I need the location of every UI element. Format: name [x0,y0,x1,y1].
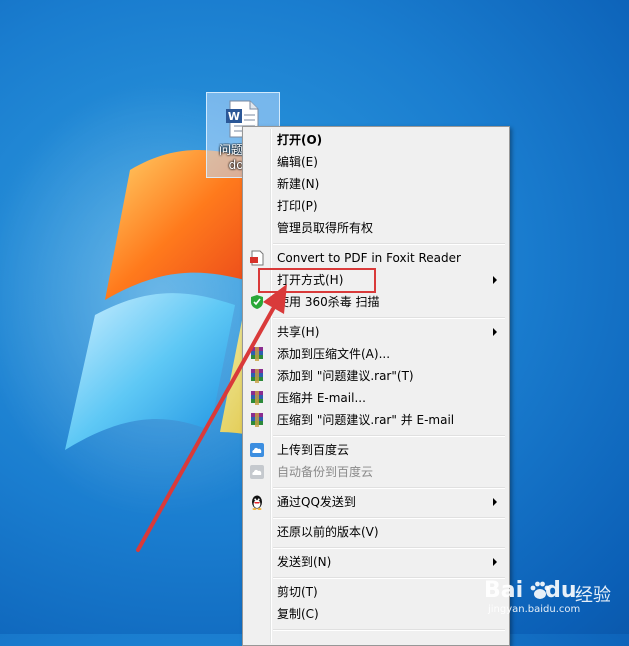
menu-item-upload-baidu[interactable]: 上传到百度云 [245,439,507,461]
menu-item-open[interactable]: 打开(O) [245,129,507,151]
menu-separator [273,577,505,579]
svg-text:W: W [228,110,240,123]
winrar-icon [251,413,263,427]
menu-item-copy[interactable]: 复制(C) [245,603,507,625]
baidu-watermark: Bai du 经验 jingyan.baidu.com [480,578,620,618]
annotation-highlight-box [258,268,376,293]
menu-item-foxit-convert[interactable]: Convert to PDF in Foxit Reader [245,247,507,269]
menu-item-edit[interactable]: 编辑(E) [245,151,507,173]
menu-separator [273,517,505,519]
menu-item-add-archive[interactable]: 添加到压缩文件(A)... [245,343,507,365]
baidu-cloud-icon [250,465,264,479]
menu-item-scan-360[interactable]: 使用 360杀毒 扫描 [245,291,507,313]
menu-separator [273,317,505,319]
menu-item-cut[interactable]: 剪切(T) [245,581,507,603]
menu-item-compress-rar-email[interactable]: 压缩到 "问题建议.rar" 并 E-mail [245,409,507,431]
menu-item-share[interactable]: 共享(H) [245,321,507,343]
winrar-icon [251,347,263,361]
submenu-arrow-icon [493,498,497,506]
menu-item-take-ownership[interactable]: 管理员取得所有权 [245,217,507,239]
menu-item-add-to-rar[interactable]: 添加到 "问题建议.rar"(T) [245,365,507,387]
menu-separator [273,547,505,549]
submenu-arrow-icon [493,558,497,566]
menu-separator [273,487,505,489]
watermark-cn: 经验 [575,585,611,606]
watermark-url: jingyan.baidu.com [488,604,581,615]
menu-item-print[interactable]: 打印(P) [245,195,507,217]
menu-separator [273,243,505,245]
menu-separator [273,629,505,631]
submenu-arrow-icon [493,276,497,284]
submenu-arrow-icon [493,328,497,336]
shield-icon [251,295,263,309]
menu-item-auto-backup[interactable]: 自动备份到百度云 [245,461,507,483]
qq-penguin-icon [252,495,262,510]
winrar-icon [251,391,263,405]
baidu-cloud-icon [250,443,264,457]
menu-separator [273,435,505,437]
context-menu: 打开(O) 编辑(E) 新建(N) 打印(P) 管理员取得所有权 Convert… [242,126,510,646]
menu-item-restore-versions[interactable]: 还原以前的版本(V) [245,521,507,543]
menu-item-send-qq[interactable]: 通过QQ发送到 [245,491,507,513]
menu-item-send-to[interactable]: 发送到(N) [245,551,507,573]
winrar-icon [251,369,263,383]
baidu-paw-icon [530,581,550,599]
menu-item-compress-email[interactable]: 压缩并 E-mail... [245,387,507,409]
menu-item-new[interactable]: 新建(N) [245,173,507,195]
foxit-pdf-icon [250,250,264,266]
